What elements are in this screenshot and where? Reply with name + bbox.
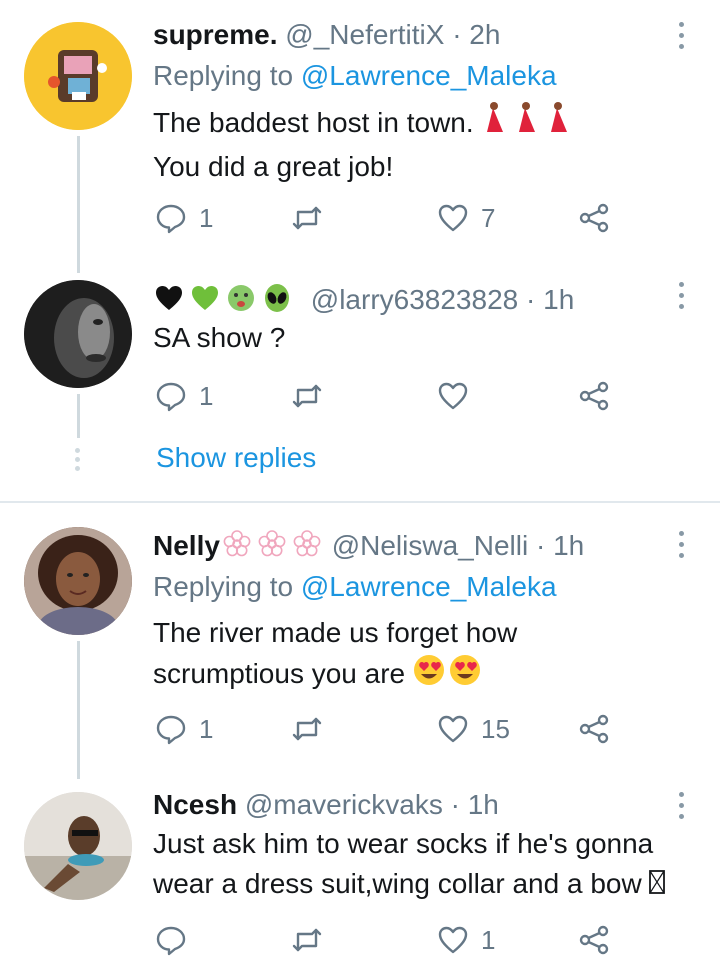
tweet-actions: 1 15	[153, 709, 633, 749]
tweet-header: Nelly @Neliswa_Nelli · 1h	[153, 529, 584, 567]
dancer-emoji-group	[481, 102, 581, 147]
tweet-text: The river made us forget how scrumptious…	[153, 613, 517, 698]
reply-icon	[156, 926, 186, 956]
tweet-actions: 1	[153, 920, 633, 960]
thread-continuation-dots	[75, 448, 81, 475]
replying-to-link[interactable]: @Lawrence_Maleka	[301, 571, 557, 602]
share-button[interactable]	[578, 376, 610, 416]
replying-to: Replying to @Lawrence_Maleka	[153, 60, 557, 92]
timestamp[interactable]: · 2h	[452, 19, 500, 50]
timestamp[interactable]: · 1h	[536, 530, 584, 561]
retweet-button[interactable]	[291, 709, 335, 749]
replying-to-link[interactable]: @Lawrence_Maleka	[301, 60, 557, 91]
reply-button[interactable]: 1	[155, 198, 213, 238]
heart-icon	[438, 204, 468, 232]
tweet-text-line1: The baddest host in town.	[153, 106, 474, 138]
like-button[interactable]	[437, 376, 481, 416]
tweet-text-line1: The river made us forget how	[153, 617, 518, 648]
reply-icon	[156, 715, 186, 745]
user-handle[interactable]: @larry63823828	[311, 284, 518, 315]
replying-to: Replying to @Lawrence_Maleka	[153, 571, 557, 603]
tweet-text: Just ask him to wear socks if he's gonna…	[153, 824, 666, 906]
share-icon	[579, 381, 609, 411]
avatar-larry[interactable]	[24, 280, 132, 388]
tweet-supreme[interactable]: supreme. @_NefertitiX · 2h Replying to @…	[0, 0, 720, 280]
tweet-text: SA show ?	[153, 318, 285, 358]
like-button[interactable]: 15	[437, 709, 510, 749]
reply-button[interactable]	[155, 920, 199, 960]
reply-icon	[156, 382, 186, 412]
more-options-icon[interactable]	[676, 22, 686, 52]
reply-icon	[156, 204, 186, 234]
more-options-icon[interactable]	[676, 282, 686, 312]
tweet-text: The baddest host in town. You did a grea…	[153, 102, 581, 187]
show-replies-link[interactable]: Show replies	[156, 442, 316, 474]
like-button[interactable]: 7	[437, 198, 495, 238]
flower-emoji-group	[220, 529, 324, 567]
avatar-supreme[interactable]	[24, 22, 132, 130]
like-count: 15	[481, 713, 510, 744]
tweet-text-line2: scrumptious you are	[153, 657, 406, 689]
timestamp[interactable]: · 1h	[526, 284, 574, 315]
reply-count: 1	[199, 380, 214, 411]
more-options-icon[interactable]	[676, 792, 686, 822]
user-handle[interactable]: @maverickvaks	[245, 789, 443, 820]
retweet-icon	[292, 717, 322, 741]
share-icon	[579, 203, 609, 233]
tweet-text-line1: Just ask him to wear socks if he's gonna	[153, 828, 654, 859]
like-button[interactable]: 1	[437, 920, 495, 960]
replying-prefix: Replying to	[153, 571, 301, 602]
share-button[interactable]	[578, 920, 610, 960]
like-count: 1	[481, 924, 496, 955]
tweet-actions: 1 7	[153, 198, 633, 238]
avatar-ncesh[interactable]	[24, 792, 132, 900]
thread-line	[77, 641, 80, 779]
heart-eyes-emoji-group	[413, 653, 483, 698]
reply-count: 1	[199, 202, 214, 233]
more-options-icon[interactable]	[676, 531, 686, 561]
thread-line	[77, 136, 80, 273]
emoji-name	[153, 282, 303, 322]
tweet-actions: 1	[153, 376, 633, 416]
tweet-header: @larry63823828 · 1h	[153, 282, 574, 322]
share-icon	[579, 925, 609, 955]
timestamp[interactable]: · 1h	[451, 789, 499, 820]
reply-button[interactable]: 1	[155, 709, 213, 749]
like-count: 7	[481, 202, 496, 233]
retweet-button[interactable]	[291, 920, 335, 960]
heart-icon	[438, 715, 468, 743]
retweet-icon	[292, 384, 322, 408]
display-name[interactable]: Nelly	[153, 530, 220, 561]
display-name[interactable]: Ncesh	[153, 789, 237, 820]
tweet-header: supreme. @_NefertitiX · 2h	[153, 18, 500, 52]
tweet-nelly[interactable]: Nelly @Neliswa_Nelli · 1h Replying to @L…	[0, 503, 720, 783]
share-button[interactable]	[578, 198, 610, 238]
reply-count: 1	[199, 713, 214, 744]
thread-line	[77, 394, 80, 438]
user-handle[interactable]: @_NefertitiX	[285, 19, 444, 50]
replying-prefix: Replying to	[153, 60, 301, 91]
heart-icon	[438, 926, 468, 954]
display-name[interactable]: supreme.	[153, 19, 278, 50]
avatar-nelly[interactable]	[24, 527, 132, 635]
retweet-icon	[292, 206, 322, 230]
tweet-ncesh[interactable]: Ncesh @maverickvaks · 1h Just ask him to…	[0, 780, 720, 959]
reply-button[interactable]: 1	[155, 376, 213, 416]
retweet-button[interactable]	[291, 198, 335, 238]
missing-glyph-icon	[649, 866, 666, 906]
tweet-text-line2: wear a dress suit,wing collar and a bow	[153, 868, 642, 899]
user-handle[interactable]: @Neliswa_Nelli	[332, 530, 528, 561]
share-icon	[579, 714, 609, 744]
tweet-header: Ncesh @maverickvaks · 1h	[153, 788, 499, 822]
share-button[interactable]	[578, 709, 610, 749]
tweet-larry[interactable]: @larry63823828 · 1h SA show ? 1 Show rep…	[0, 270, 720, 500]
retweet-button[interactable]	[291, 376, 335, 416]
tweet-text-line1: SA show ?	[153, 322, 286, 353]
retweet-icon	[292, 928, 322, 952]
heart-icon	[438, 382, 468, 410]
tweet-text-line2: You did a great job!	[153, 151, 394, 182]
